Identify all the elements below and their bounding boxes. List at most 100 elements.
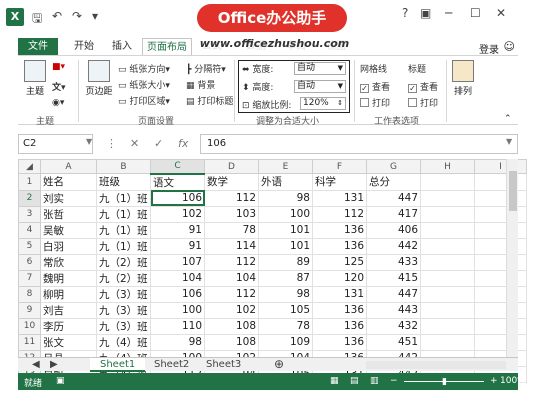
- horizontal-scrollbar[interactable]: [366, 361, 506, 369]
- row-header[interactable]: 10: [18, 317, 41, 335]
- cell[interactable]: 112: [312, 205, 367, 223]
- cell[interactable]: 87: [258, 269, 313, 287]
- width-select[interactable]: 自动 ▼: [294, 62, 346, 75]
- cell[interactable]: 九（1）班: [96, 221, 151, 239]
- row-header[interactable]: 2: [18, 189, 41, 207]
- cell[interactable]: 433: [366, 253, 421, 271]
- margins-button[interactable]: 页边距: [84, 60, 114, 97]
- cell[interactable]: 443: [366, 301, 421, 319]
- cell[interactable]: 136: [312, 317, 367, 335]
- background-button[interactable]: ▦ 背景: [186, 78, 215, 91]
- cell[interactable]: 136: [312, 221, 367, 239]
- select-all-corner[interactable]: ◢: [18, 158, 41, 175]
- column-header[interactable]: I: [474, 158, 527, 175]
- cell[interactable]: 100: [150, 301, 205, 319]
- redo-icon[interactable]: ↷: [72, 9, 82, 23]
- themes-button[interactable]: 主题: [22, 60, 48, 97]
- cell[interactable]: 406: [366, 221, 421, 239]
- cell[interactable]: 九（3）班: [96, 317, 151, 335]
- height-select[interactable]: 自动 ▼: [294, 80, 346, 93]
- cell[interactable]: 131: [312, 189, 367, 207]
- name-box-dropdown-icon[interactable]: ▼: [86, 137, 92, 146]
- cell[interactable]: 110: [150, 317, 205, 335]
- cell[interactable]: 常欣: [40, 253, 97, 271]
- cell[interactable]: 班级: [96, 173, 151, 191]
- cell[interactable]: [420, 189, 475, 207]
- cell[interactable]: [474, 253, 527, 271]
- cell[interactable]: 九（1）班: [96, 189, 151, 207]
- cell[interactable]: 89: [258, 253, 313, 271]
- normal-view-icon[interactable]: ▦: [330, 376, 339, 386]
- cell[interactable]: 103: [204, 205, 259, 223]
- cell[interactable]: 九（4）班: [96, 333, 151, 351]
- cell[interactable]: 415: [366, 269, 421, 287]
- column-header[interactable]: F: [312, 158, 367, 175]
- cell[interactable]: 131: [312, 285, 367, 303]
- cell[interactable]: [474, 189, 527, 207]
- zoom-level[interactable]: 100%: [500, 376, 526, 386]
- cell[interactable]: 九（2）班: [96, 253, 151, 271]
- save-icon[interactable]: 🖫: [32, 9, 42, 30]
- cell[interactable]: [474, 205, 527, 223]
- cell[interactable]: 九（2）班: [96, 269, 151, 287]
- macro-record-icon[interactable]: ▣: [56, 376, 65, 386]
- column-header[interactable]: G: [366, 158, 421, 175]
- cell[interactable]: [474, 301, 527, 319]
- row-header[interactable]: 9: [18, 301, 41, 319]
- cancel-icon[interactable]: ✕: [130, 137, 139, 150]
- cell[interactable]: 78: [258, 317, 313, 335]
- excel-app-icon[interactable]: X: [6, 8, 24, 26]
- cell[interactable]: 447: [366, 285, 421, 303]
- row-header[interactable]: 5: [18, 237, 41, 255]
- gridlines-print-checkbox[interactable]: 打印: [360, 96, 390, 109]
- cell[interactable]: 120: [312, 269, 367, 287]
- cell[interactable]: 112: [204, 189, 259, 207]
- cell[interactable]: [420, 333, 475, 351]
- tab-page-layout[interactable]: 页面布局: [142, 38, 192, 56]
- cell[interactable]: 447: [366, 189, 421, 207]
- expand-formula-icon[interactable]: ▼: [506, 137, 512, 146]
- cell[interactable]: 451: [366, 333, 421, 351]
- orientation-button[interactable]: ▭ 纸张方向▾: [118, 62, 170, 75]
- formula-input[interactable]: 106: [200, 134, 518, 154]
- cell[interactable]: [474, 269, 527, 287]
- cell[interactable]: 张文: [40, 333, 97, 351]
- column-header[interactable]: C: [150, 158, 205, 175]
- cell[interactable]: 78: [204, 221, 259, 239]
- vertical-scrollbar[interactable]: [506, 159, 518, 357]
- help-icon[interactable]: ?: [402, 6, 408, 20]
- cell[interactable]: [474, 221, 527, 239]
- cell[interactable]: [474, 317, 527, 335]
- close-icon[interactable]: ✕: [496, 6, 506, 20]
- gridlines-view-checkbox[interactable]: ✓ 查看: [360, 80, 390, 93]
- colors-icon[interactable]: ■▾: [52, 62, 65, 72]
- cell[interactable]: 九（3）班: [96, 301, 151, 319]
- cell[interactable]: 九（3）班: [96, 285, 151, 303]
- minimize-icon[interactable]: ─: [445, 6, 452, 20]
- collapse-ribbon-icon[interactable]: ⌃: [504, 114, 512, 124]
- cell[interactable]: 107: [150, 253, 205, 271]
- cell[interactable]: 九（1）班: [96, 205, 151, 223]
- headings-view-checkbox[interactable]: ✓ 查看: [408, 80, 438, 93]
- cell[interactable]: [474, 237, 527, 255]
- formula-options-icon[interactable]: ⋮: [106, 137, 117, 150]
- arrange-button[interactable]: 排列: [450, 60, 476, 97]
- cell[interactable]: 魏明: [40, 269, 97, 287]
- cell[interactable]: 101: [258, 221, 313, 239]
- cell[interactable]: [420, 301, 475, 319]
- cell[interactable]: 109: [258, 333, 313, 351]
- cell[interactable]: 104: [150, 269, 205, 287]
- cell[interactable]: 98: [150, 333, 205, 351]
- cell[interactable]: [420, 205, 475, 223]
- cell[interactable]: 136: [312, 237, 367, 255]
- cell[interactable]: 106: [150, 285, 205, 303]
- cell[interactable]: 104: [204, 269, 259, 287]
- breaks-button[interactable]: ┣ 分隔符▾: [186, 62, 226, 75]
- headings-print-checkbox[interactable]: 打印: [408, 96, 438, 109]
- row-header[interactable]: 11: [18, 333, 41, 351]
- zoom-out-icon[interactable]: −: [390, 376, 398, 386]
- row-header[interactable]: 6: [18, 253, 41, 271]
- row-header[interactable]: 4: [18, 221, 41, 239]
- cell[interactable]: 101: [258, 237, 313, 255]
- add-sheet-icon[interactable]: ⊕: [264, 358, 294, 372]
